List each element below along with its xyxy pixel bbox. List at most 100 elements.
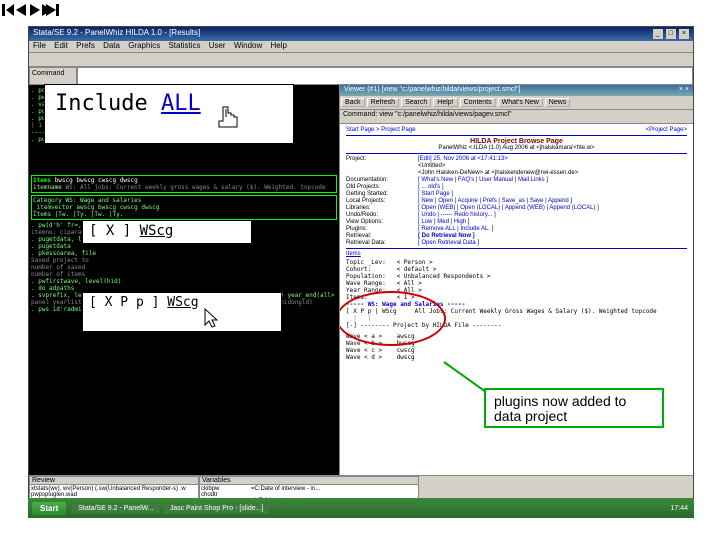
tree: Topic _Lev: < Person > Cohort: < default… bbox=[346, 259, 687, 361]
task-button[interactable]: Stata/SE 9.2 - PanelW... bbox=[72, 503, 159, 514]
wscg-callout-1: [ X ] WScg bbox=[82, 220, 252, 244]
taskbar: Start Stata/SE 9.2 - PanelW... Jasc Pain… bbox=[28, 498, 694, 518]
viewer-address[interactable]: Command: view "c:/panelwhiz/hilda/views/… bbox=[340, 110, 693, 124]
viewer-address-text: view "c:/panelwhiz/hilda/views/pagev.smc… bbox=[379, 111, 511, 118]
tree-line: Cohort: < default > bbox=[346, 266, 687, 273]
viewer-news-button[interactable]: News bbox=[545, 98, 571, 107]
variables-title: Variables bbox=[200, 477, 418, 485]
var-desc: =C:Date of interview - in... bbox=[251, 486, 320, 492]
row-val[interactable]: [ Low | Med | High ] bbox=[418, 219, 687, 225]
wscg2-link[interactable]: WScg bbox=[167, 295, 198, 310]
row-val[interactable]: [ New | Open | Acquire | Prefs | Save_as… bbox=[418, 198, 687, 204]
arrow-cursor-icon bbox=[203, 307, 223, 331]
breadcrumb[interactable]: Start Page > Project Page bbox=[346, 127, 416, 133]
hand-cursor-icon bbox=[215, 103, 245, 137]
command-row: Command bbox=[29, 67, 693, 85]
annotation-text: plugins now added to data project bbox=[494, 393, 626, 424]
category-line: Items |Tw. |Ty. |Tw. |Ty. bbox=[33, 211, 335, 218]
menu-graphics[interactable]: Graphics bbox=[128, 41, 160, 50]
command-input[interactable] bbox=[77, 67, 693, 85]
row-key bbox=[346, 163, 418, 169]
wscg1-link[interactable]: WScg bbox=[140, 223, 174, 239]
tree-line: Wave Range: < All > bbox=[346, 280, 687, 287]
viewer-help-button[interactable]: Help! bbox=[433, 98, 457, 107]
system-tray[interactable]: 17:44 bbox=[664, 505, 694, 512]
include-all-callout: Include ALL bbox=[44, 84, 294, 144]
close-button[interactable]: × bbox=[679, 29, 689, 39]
row-key bbox=[346, 170, 418, 176]
row-val[interactable]: [ Start Page ] bbox=[418, 191, 687, 197]
row-key: Retrieval Data: bbox=[346, 240, 418, 246]
itemname-desc: WS: All jobs: Current weekly gross wages… bbox=[66, 184, 326, 191]
menu-user[interactable]: User bbox=[209, 41, 226, 50]
viewer-titlebar: Viewer (#1) [view "c:/panelwhiz/hilda/vi… bbox=[340, 85, 693, 96]
viewer-title: Viewer (#1) [view "c:/panelwhiz/hilda/vi… bbox=[344, 86, 520, 95]
menu-help[interactable]: Help bbox=[271, 41, 287, 50]
row-key: Project: bbox=[346, 156, 418, 162]
row-key: View Options: bbox=[346, 219, 418, 225]
items-box: Items bwscg bwscg cwscg dwscg itemname W… bbox=[31, 175, 337, 193]
menu-prefs[interactable]: Prefs bbox=[76, 41, 95, 50]
menu-edit[interactable]: Edit bbox=[54, 41, 68, 50]
page-link[interactable]: <Project Page> bbox=[646, 127, 687, 133]
tree-line: Topic _Lev: < Person > bbox=[346, 259, 687, 266]
transport-controls bbox=[2, 2, 62, 18]
category-line: _itemvector awscg bwscg cwscg dwscg bbox=[33, 204, 335, 211]
wscg-callout-2: [ X P p ] WScg bbox=[82, 292, 282, 332]
row-key: Undo/Redo: bbox=[346, 212, 418, 218]
viewer-toolbar: Back Refresh Search Help! Contents What'… bbox=[340, 96, 693, 110]
annotation-connector bbox=[440, 358, 500, 398]
viewer-search-button[interactable]: Search bbox=[401, 98, 431, 107]
command-label: Command bbox=[29, 67, 77, 85]
window-title: Stata/SE 9.2 - PanelWhiz HILDA 1.0 - [Re… bbox=[33, 28, 200, 40]
row-key: Libraries: bbox=[346, 205, 418, 211]
menu-data[interactable]: Data bbox=[103, 41, 120, 50]
tree-header[interactable]: Items bbox=[346, 251, 687, 257]
viewer-contents-button[interactable]: Contents bbox=[460, 98, 496, 107]
viewer-close-icon[interactable]: × × bbox=[679, 86, 689, 95]
viewer-back-button[interactable]: Back bbox=[341, 98, 365, 107]
wave-val: dwscg bbox=[397, 354, 415, 361]
row-val[interactable]: [ Undo | ------ Redo history... ] bbox=[418, 212, 687, 218]
toolbar bbox=[29, 53, 693, 67]
menu-bar: File Edit Prefs Data Graphics Statistics… bbox=[29, 41, 693, 53]
wscg2-prefix: [ X P p ] bbox=[89, 295, 167, 310]
row-key: Retrieval: bbox=[346, 233, 418, 239]
row-key: Getting Started: bbox=[346, 191, 418, 197]
annotation-box: plugins now added to data project bbox=[484, 388, 664, 428]
include-all-link[interactable]: ALL bbox=[161, 91, 201, 116]
start-button[interactable]: Start bbox=[32, 502, 66, 515]
row-val: <Untitled> bbox=[418, 163, 687, 169]
viewer-refresh-button[interactable]: Refresh bbox=[367, 98, 400, 107]
row-val[interactable]: [ What's New | FAQ's | User Manual | Mai… bbox=[418, 177, 687, 183]
wave-key: Wave < c > bbox=[346, 347, 382, 354]
row-val[interactable]: [ Remove ALL | Include AL. ] bbox=[418, 226, 687, 232]
row-key: Local Projects: bbox=[346, 198, 418, 204]
viewer-whatsnew-button[interactable]: What's New bbox=[498, 98, 543, 107]
maximize-button[interactable]: □ bbox=[666, 29, 676, 39]
row-val[interactable]: [ ... old's ] bbox=[418, 184, 687, 190]
category-box: Category WS: Wage and salaries _itemvect… bbox=[31, 195, 337, 220]
menu-file[interactable]: File bbox=[33, 41, 46, 50]
row-val: <John Haisken-DeNew> at <jhaiskendenew@r… bbox=[418, 170, 687, 176]
task-button[interactable]: Jasc Paint Shop Pro - [slide...] bbox=[164, 503, 270, 514]
window-controls: _ □ × bbox=[652, 28, 689, 40]
menu-statistics[interactable]: Statistics bbox=[168, 41, 200, 50]
skip-back-icon[interactable] bbox=[2, 2, 62, 18]
row-val[interactable]: [ Open Retrieval Data ] bbox=[418, 240, 687, 246]
page-subhead: PanelWhiz <:ILDA (1.0) Aug 2006 at <jhal… bbox=[346, 145, 687, 151]
wave-val: cwscg bbox=[397, 347, 415, 354]
menu-window[interactable]: Window bbox=[234, 41, 262, 50]
row-key: Documentation: bbox=[346, 177, 418, 183]
row-val[interactable]: [Edit] 25. Nov 2006 at <17:41:13> bbox=[418, 156, 687, 162]
circled-region: ----- WS: Wage and Salaries ----- [ X P … bbox=[346, 301, 687, 329]
minimize-button[interactable]: _ bbox=[653, 29, 663, 39]
category-line: Category WS: Wage and salaries bbox=[33, 197, 335, 204]
row-key: Old Projects: bbox=[346, 184, 418, 190]
row-val[interactable]: [ Open (WEB) | Open (LOCAL) | Append (WE… bbox=[418, 205, 687, 211]
tree-line: Population: < Unbalanced Respondents > bbox=[346, 273, 687, 280]
page-heading: HILDA Project Browse Page bbox=[346, 138, 687, 145]
title-bar: Stata/SE 9.2 - PanelWhiz HILDA 1.0 - [Re… bbox=[29, 27, 693, 41]
row-val[interactable]: [ Do Retrieval Now ] bbox=[418, 233, 687, 239]
include-label: Include bbox=[55, 91, 161, 116]
